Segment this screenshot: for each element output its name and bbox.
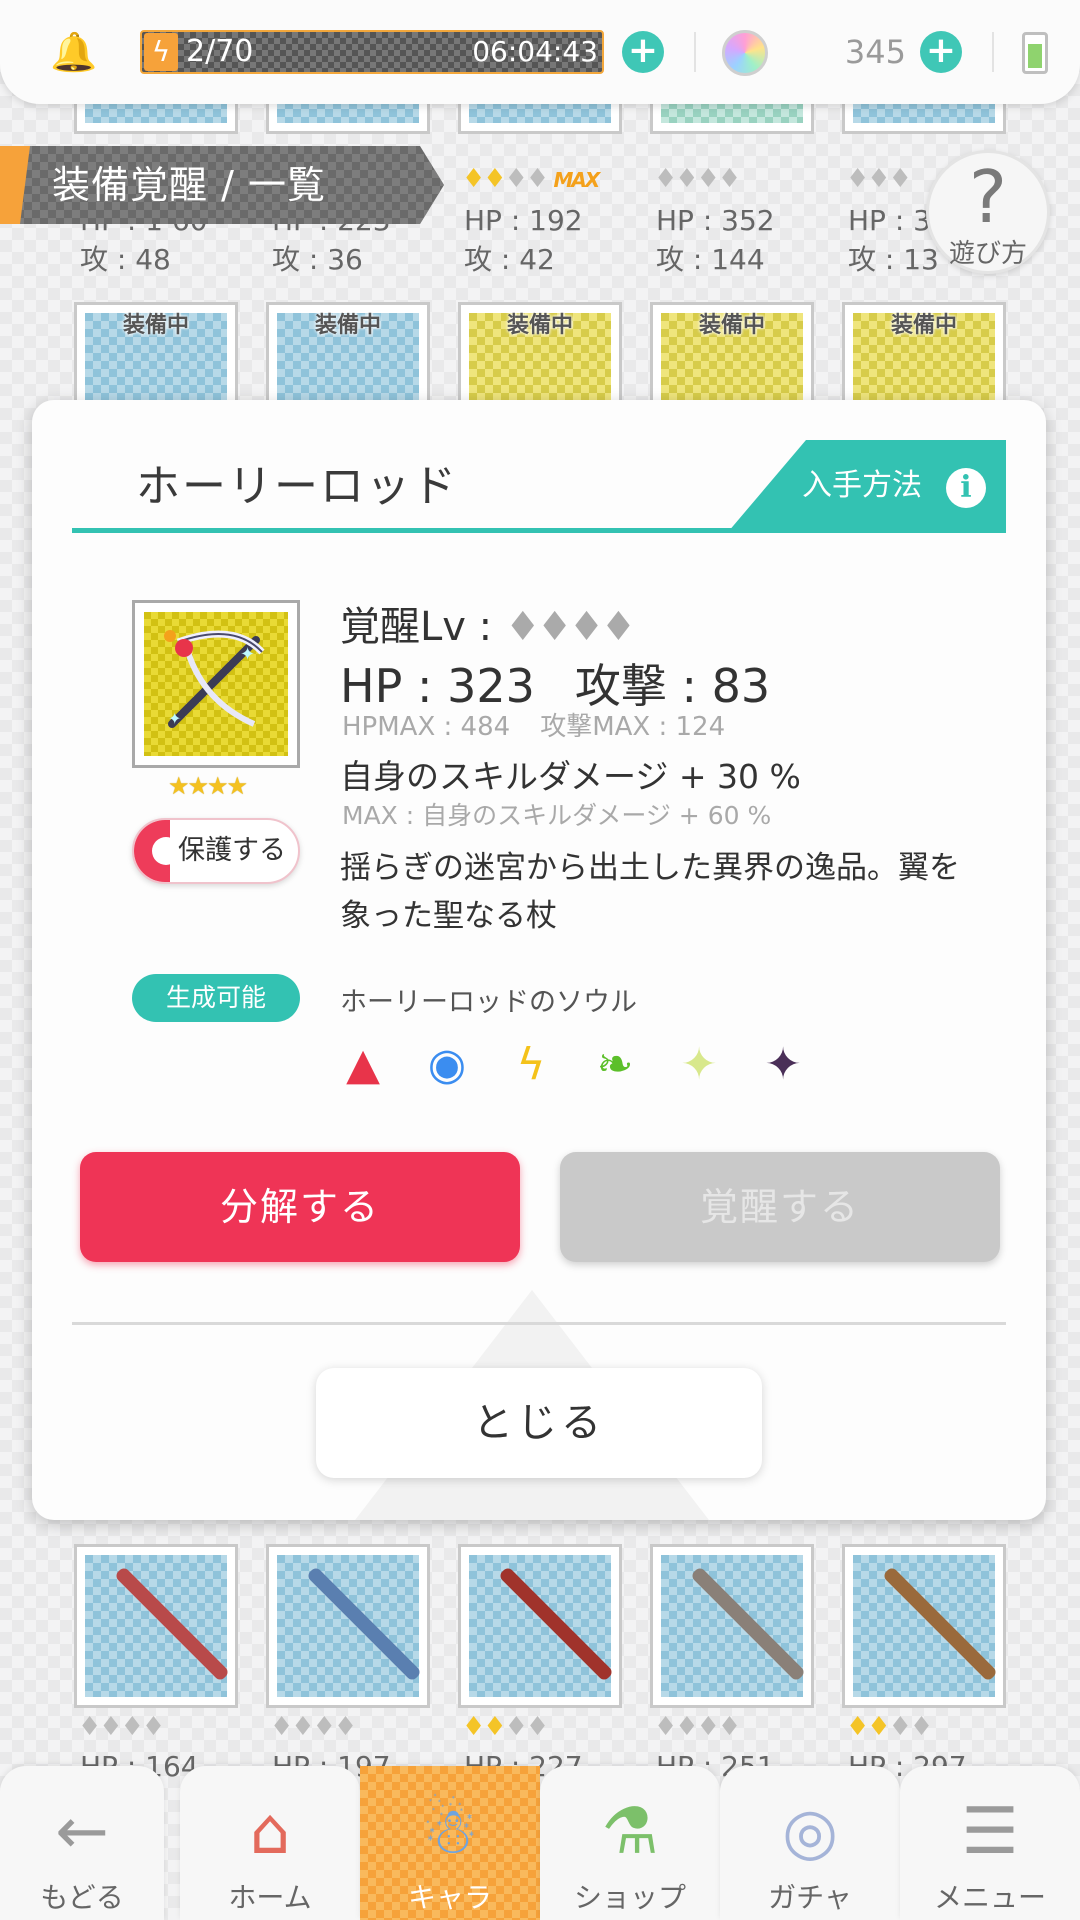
max-stats-line: HPMAX : 484 攻撃MAX : 124	[342, 706, 725, 743]
nav-label: もどる	[40, 1881, 124, 1914]
equipped-tag: 装備中	[698, 313, 765, 338]
thunder-element-icon: ϟ	[516, 1039, 546, 1090]
awaken-diamonds: ♦♦♦♦	[846, 1712, 933, 1742]
lightning-icon: ϟ	[144, 33, 178, 71]
holy-rod-icon: ✦ ✦	[144, 612, 288, 756]
element-icons: ▲ ◉ ϟ ❧ ✦ ✦	[338, 1040, 858, 1096]
equipment-card[interactable]	[650, 1544, 814, 1708]
nav-label: ホーム	[228, 1881, 312, 1914]
nav-shop[interactable]: ⚗ ショップ	[540, 1766, 720, 1920]
equipment-card[interactable]	[74, 1544, 238, 1708]
skill-effect-max: MAX : 自身のスキルダメージ + 60 %	[342, 801, 772, 830]
add-stamina-button[interactable]: +	[622, 31, 664, 73]
skill-effect: 自身のスキルダメージ + 30 %	[340, 757, 801, 796]
item-atk: 攻 : 48	[80, 243, 171, 276]
gem-count: 345	[844, 33, 906, 71]
awaken-diamonds: ♦♦♦♦	[504, 604, 636, 650]
light-element-icon: ✦	[680, 1039, 718, 1090]
rarity-stars: ★★★★	[168, 772, 248, 800]
item-image-frame: ✦ ✦	[132, 600, 300, 768]
nav-home[interactable]: ⌂ ホーム	[180, 1766, 360, 1920]
equipment-card[interactable]	[458, 1544, 622, 1708]
help-button[interactable]: ? 遊び方	[926, 150, 1050, 274]
equipment-card[interactable]	[842, 1544, 1006, 1708]
awaken-diamonds: ♦♦♦♦	[654, 164, 741, 194]
nav-label: キャラ	[407, 1881, 492, 1914]
status-bar: 🔔 ϟ 2/70 06:04:43 + 345 +	[0, 0, 1080, 104]
back-arrow-icon: ←	[55, 1795, 109, 1869]
shop-icon: ⚗	[601, 1795, 659, 1869]
close-button[interactable]: とじる	[316, 1368, 762, 1478]
item-atk: 攻 : 144	[656, 243, 765, 276]
character-icon: ☃	[421, 1795, 479, 1869]
battery-icon	[1022, 32, 1048, 74]
nav-label: ショップ	[573, 1881, 686, 1914]
equipment-card[interactable]	[266, 1544, 430, 1708]
item-hp: HP : 3	[848, 204, 931, 237]
nav-back[interactable]: ← もどる	[0, 1766, 164, 1920]
nav-menu[interactable]: ☰ メニュー	[900, 1766, 1080, 1920]
equipped-tag: 装備中	[506, 313, 573, 338]
attack-value: 攻撃 : 83	[574, 659, 771, 713]
gem-icon	[722, 30, 768, 76]
bell-icon[interactable]: 🔔	[50, 30, 97, 74]
home-icon: ⌂	[249, 1795, 291, 1869]
awaken-diamonds: ♦♦♦♦ MAX	[462, 164, 601, 194]
nav-character[interactable]: ☃ キャラ	[360, 1766, 540, 1920]
gacha-icon: ◎	[782, 1795, 838, 1869]
dark-element-icon: ✦	[764, 1039, 802, 1090]
stamina-count: 2/70	[186, 34, 254, 69]
item-atk: 攻 : 42	[464, 243, 555, 276]
modal-divider	[72, 1322, 1006, 1325]
svg-text:✦: ✦	[168, 709, 181, 728]
question-icon: ?	[968, 155, 1008, 239]
awaken-diamonds: ♦♦♦♦	[654, 1712, 741, 1742]
stamina-timer: 06:04:43	[472, 35, 598, 68]
awaken-diamonds: ♦♦♦♦	[270, 1712, 357, 1742]
awaken-level: 覚醒Lv : ♦♦♦♦	[340, 594, 636, 652]
hp-max: HPMAX : 484	[342, 712, 511, 742]
equipped-tag: 装備中	[122, 313, 189, 338]
equipped-tag: 装備中	[890, 313, 957, 338]
toggle-knob	[134, 820, 180, 882]
item-hp: HP : 192	[464, 204, 583, 237]
protect-label: 保護する	[178, 835, 286, 866]
nav-label: ガチャ	[768, 1881, 852, 1914]
item-name: ホーリーロッド	[136, 461, 458, 512]
max-tag: MAX	[553, 168, 601, 192]
nav-gacha[interactable]: ◎ ガチャ	[720, 1766, 900, 1920]
title-underline	[72, 528, 1006, 533]
item-hp: HP : 352	[656, 204, 775, 237]
divider	[992, 32, 994, 72]
divider	[694, 32, 696, 72]
equipment-detail-modal: ホーリーロッド 入手方法 i ✦ ✦ ★★★★ 保護する 覚醒Lv : ♦♦♦♦…	[32, 400, 1046, 1520]
soul-label: ホーリーロッドのソウル	[340, 987, 637, 1018]
obtain-method-label[interactable]: 入手方法	[802, 440, 922, 532]
disassemble-button[interactable]: 分解する	[80, 1152, 520, 1262]
awaken-level-label: 覚醒Lv :	[340, 604, 505, 650]
awaken-diamonds: ♦♦♦♦	[462, 1712, 549, 1742]
item-atk: 攻 : 36	[272, 243, 363, 276]
bottom-nav: ← もどる ⌂ ホーム ☃ キャラ ⚗ ショップ ◎ ガチャ ☰ メニュー	[0, 1766, 1080, 1920]
awaken-diamonds: ♦♦♦	[846, 164, 912, 194]
menu-icon: ☰	[961, 1795, 1019, 1869]
help-label: 遊び方	[948, 239, 1027, 269]
attack-max: 攻撃MAX : 124	[540, 712, 726, 742]
item-description: 揺らぎの迷宮から出土した異界の逸品。翼を象った聖なる杖	[340, 850, 960, 934]
hp-value: HP : 323	[340, 659, 535, 713]
water-element-icon: ◉	[427, 1039, 467, 1090]
awaken-diamonds: ♦♦♦♦	[78, 1712, 165, 1742]
nav-label: メニュー	[933, 1881, 1046, 1914]
fire-element-icon: ▲	[346, 1039, 380, 1090]
add-gems-button[interactable]: +	[920, 31, 962, 73]
svg-text:✦: ✦	[240, 644, 255, 665]
craftable-badge: 生成可能	[132, 974, 300, 1022]
info-icon[interactable]: i	[946, 468, 986, 508]
page-title: 装備覚醒 / 一覧	[52, 163, 326, 207]
protect-toggle[interactable]: 保護する	[132, 818, 300, 884]
equipped-tag: 装備中	[314, 313, 381, 338]
wind-element-icon: ❧	[596, 1039, 634, 1090]
awaken-button[interactable]: 覚醒する	[560, 1152, 1000, 1262]
item-atk: 攻 : 13	[848, 243, 939, 276]
